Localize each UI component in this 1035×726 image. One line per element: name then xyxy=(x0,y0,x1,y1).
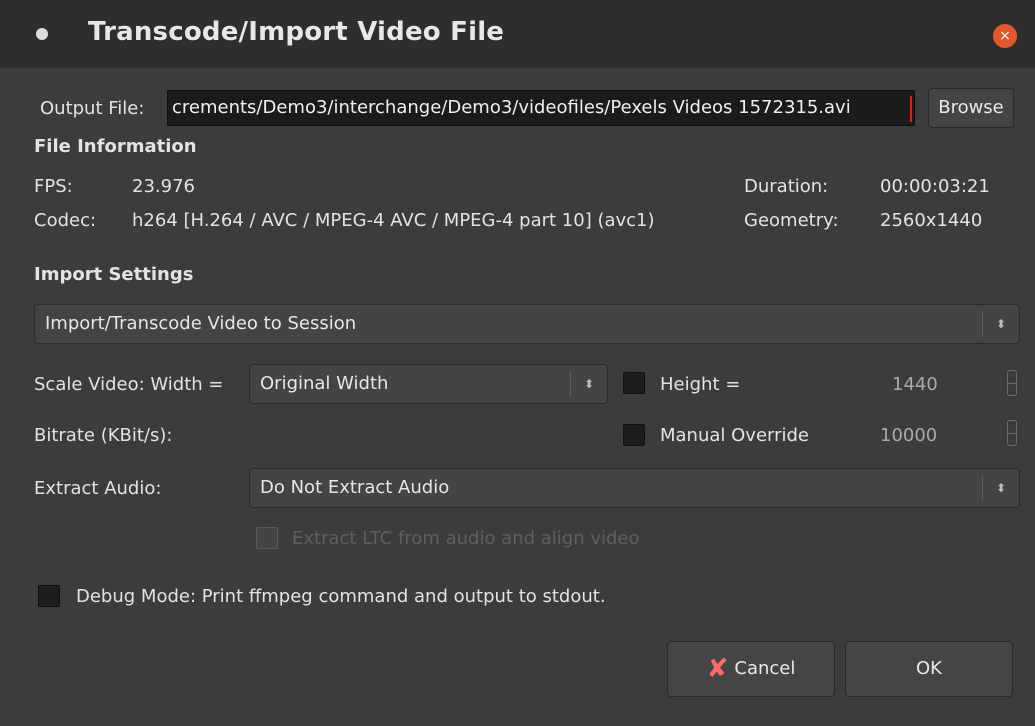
extract-ltc-checkbox xyxy=(256,527,278,549)
file-information-heading: File Information xyxy=(34,136,197,157)
chevron-updown-icon: ⬍ xyxy=(982,311,1019,337)
duration-value: 00:00:03:21 xyxy=(880,176,990,197)
debug-mode-checkbox[interactable] xyxy=(38,585,60,607)
extract-audio-select[interactable]: Do Not Extract Audio ⬍ xyxy=(249,468,1020,508)
scale-width-label: Scale Video: Width = xyxy=(34,374,224,395)
import-mode-value: Import/Transcode Video to Session xyxy=(45,313,357,334)
debug-mode-label: Debug Mode: Print ffmpeg command and out… xyxy=(76,586,606,607)
height-checkbox[interactable] xyxy=(623,372,645,394)
manual-override-label: Manual Override xyxy=(660,425,810,446)
duration-label: Duration: xyxy=(744,176,829,197)
bitrate-value[interactable]: 10000 xyxy=(880,425,937,446)
import-mode-select[interactable]: Import/Transcode Video to Session ⬍ xyxy=(34,304,1020,344)
import-settings-heading: Import Settings xyxy=(34,264,194,285)
output-file-label: Output File: xyxy=(40,98,145,119)
chevron-updown-icon: ⬍ xyxy=(570,371,607,397)
width-select-value: Original Width xyxy=(260,373,389,394)
width-select[interactable]: Original Width ⬍ xyxy=(249,364,608,404)
window-dot-icon[interactable] xyxy=(36,28,48,40)
height-value[interactable]: 1440 xyxy=(892,374,938,395)
geometry-label: Geometry: xyxy=(744,210,839,231)
manual-override-checkbox[interactable] xyxy=(623,424,645,446)
geometry-value: 2560x1440 xyxy=(880,210,983,231)
extract-audio-value: Do Not Extract Audio xyxy=(260,477,450,498)
window-title: Transcode/Import Video File xyxy=(88,17,505,47)
fps-value: 23.976 xyxy=(132,176,195,197)
codec-label: Codec: xyxy=(34,210,97,231)
output-file-field[interactable]: crements/Demo3/interchange/Demo3/videofi… xyxy=(167,90,915,126)
text-caret xyxy=(910,96,912,122)
height-spinner-icon[interactable] xyxy=(1007,370,1017,396)
codec-value: h264 [H.264 / AVC / MPEG-4 AVC / MPEG-4 … xyxy=(132,210,655,231)
fps-label: FPS: xyxy=(34,176,73,197)
title-bar: Transcode/Import Video File × xyxy=(0,0,1035,68)
cancel-button-label: Cancel xyxy=(734,658,796,679)
cancel-icon: ✘ xyxy=(706,654,729,684)
height-label: Height = xyxy=(660,374,741,395)
chevron-updown-icon: ⬍ xyxy=(982,475,1019,501)
dialog-body: Output File: crements/Demo3/interchange/… xyxy=(0,68,1035,726)
cancel-button[interactable]: ✘ Cancel xyxy=(667,641,835,697)
browse-button[interactable]: Browse xyxy=(928,88,1014,128)
extract-audio-label: Extract Audio: xyxy=(34,478,162,499)
bitrate-label: Bitrate (KBit/s): xyxy=(34,425,173,446)
extract-ltc-label: Extract LTC from audio and align video xyxy=(292,528,640,549)
output-file-path: crements/Demo3/interchange/Demo3/videofi… xyxy=(172,97,851,118)
close-icon[interactable]: × xyxy=(993,24,1017,48)
ok-button[interactable]: OK xyxy=(845,641,1013,697)
bitrate-spinner-icon[interactable] xyxy=(1007,420,1017,446)
